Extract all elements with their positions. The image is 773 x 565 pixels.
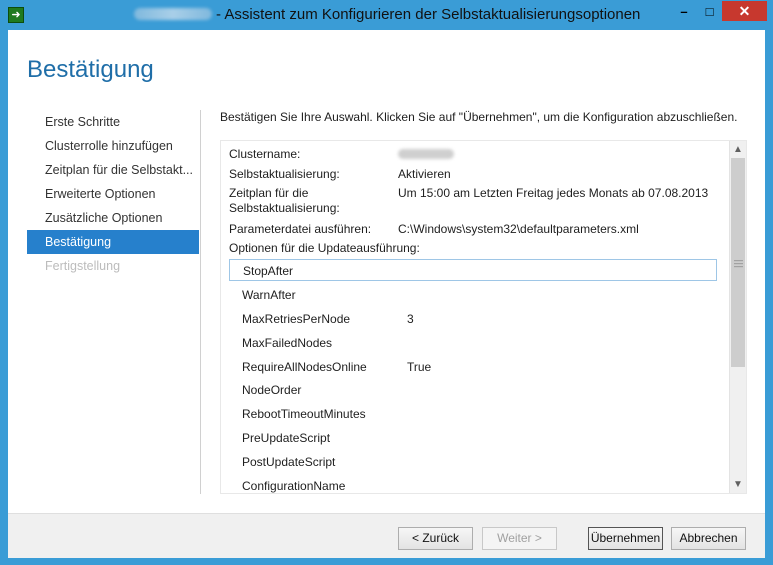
grip-icon: — — — xyxy=(734,255,743,271)
option-name: MaxFailedNodes xyxy=(242,336,333,350)
confirmation-details-panel[interactable]: Clustername: Selbstaktualisierung: Aktiv… xyxy=(220,140,747,494)
maximize-button[interactable]: □ xyxy=(697,1,722,21)
close-button[interactable]: ✕ xyxy=(722,1,767,21)
app-icon: ➜ xyxy=(8,7,24,23)
button-bar: < Zurück Weiter > Übernehmen Abbrechen xyxy=(8,513,765,558)
instruction-text: Bestätigen Sie Ihre Auswahl. Klicken Sie… xyxy=(220,110,738,124)
option-row-postupdatescript[interactable]: PostUpdateScript xyxy=(229,451,717,473)
option-name: WarnAfter xyxy=(242,288,296,302)
nav-step-additional-options[interactable]: Zusätzliche Optionen xyxy=(27,206,199,230)
schedule-label-line2: Selbstaktualisierung: xyxy=(229,201,340,215)
option-row-preupdatescript[interactable]: PreUpdateScript xyxy=(229,427,717,449)
wizard-window: ➜ - Assistent zum Konfigurieren der Selb… xyxy=(0,0,773,565)
option-name: PreUpdateScript xyxy=(242,431,331,445)
nav-step-getting-started[interactable]: Erste Schritte xyxy=(27,110,199,134)
option-name: MaxRetriesPerNode xyxy=(242,312,351,326)
nav-step-advanced-options[interactable]: Erweiterte Optionen xyxy=(27,182,199,206)
option-name: RebootTimeoutMinutes xyxy=(242,407,366,421)
schedule-label-line1: Zeitplan für die xyxy=(229,186,309,200)
nav-step-completion: Fertigstellung xyxy=(45,259,121,273)
nav-divider xyxy=(200,110,201,494)
window-title: - Assistent zum Konfigurieren der Selbst… xyxy=(216,6,641,23)
selfupdate-label: Selbstaktualisierung: xyxy=(229,167,340,181)
nav-step-confirmation[interactable]: Bestätigung xyxy=(27,230,199,254)
nav-step-add-cluster-role[interactable]: Clusterrolle hinzufügen xyxy=(27,134,199,158)
option-value: 3 xyxy=(407,312,414,326)
option-row-configurationname[interactable]: ConfigurationName xyxy=(229,475,717,493)
vertical-scrollbar[interactable]: ▲ — — — ▼ xyxy=(729,141,746,493)
wizard-client-area: Bestätigung Erste Schritte Clusterrolle … xyxy=(8,30,765,558)
scroll-down-arrow-icon[interactable]: ▼ xyxy=(730,476,746,493)
apply-button[interactable]: Übernehmen xyxy=(588,527,663,550)
option-row-reboottimeoutminutes[interactable]: RebootTimeoutMinutes xyxy=(229,403,717,425)
nav-step-schedule[interactable]: Zeitplan für die Selbstakt... xyxy=(27,158,199,182)
paramfile-label: Parameterdatei ausführen: xyxy=(229,222,372,236)
page-title: Bestätigung xyxy=(27,56,154,83)
option-row-stopafter[interactable]: StopAfter xyxy=(229,259,717,281)
next-button: Weiter > xyxy=(482,527,557,550)
option-name: RequireAllNodesOnline xyxy=(242,360,367,374)
minimize-button[interactable]: – xyxy=(671,1,697,21)
cancel-button[interactable]: Abbrechen xyxy=(671,527,746,550)
clustername-value xyxy=(398,147,454,162)
option-value: True xyxy=(407,360,432,374)
clustername-label: Clustername: xyxy=(229,147,301,161)
paramfile-value: C:\Windows\system32\defaultparameters.xm… xyxy=(398,222,639,236)
redacted-cluster-name xyxy=(398,149,454,159)
option-row-maxretriespernode[interactable]: MaxRetriesPerNode 3 xyxy=(229,308,717,330)
scroll-up-arrow-icon[interactable]: ▲ xyxy=(730,141,746,158)
options-label: Optionen für die Updateausführung: xyxy=(229,241,420,255)
option-name: StopAfter xyxy=(243,264,294,278)
option-row-nodeorder[interactable]: NodeOrder xyxy=(229,379,717,401)
option-row-requireallnodesonline[interactable]: RequireAllNodesOnline True xyxy=(229,356,717,378)
title-bar[interactable]: ➜ - Assistent zum Konfigurieren der Selb… xyxy=(0,0,773,30)
scrollbar-thumb[interactable]: — — — xyxy=(731,158,745,367)
option-row-warnafter[interactable]: WarnAfter xyxy=(229,284,717,306)
wizard-step-nav: Erste Schritte Clusterrolle hinzufügen Z… xyxy=(27,110,199,278)
back-button[interactable]: < Zurück xyxy=(398,527,473,550)
option-row-maxfailednodes[interactable]: MaxFailedNodes xyxy=(229,332,717,354)
option-name: NodeOrder xyxy=(242,383,302,397)
option-name: PostUpdateScript xyxy=(242,455,336,469)
redacted-cluster-name xyxy=(134,8,212,20)
option-name: ConfigurationName xyxy=(242,479,346,493)
schedule-value: Um 15:00 am Letzten Freitag jedes Monats… xyxy=(398,186,709,200)
selfupdate-value: Aktivieren xyxy=(398,167,451,181)
